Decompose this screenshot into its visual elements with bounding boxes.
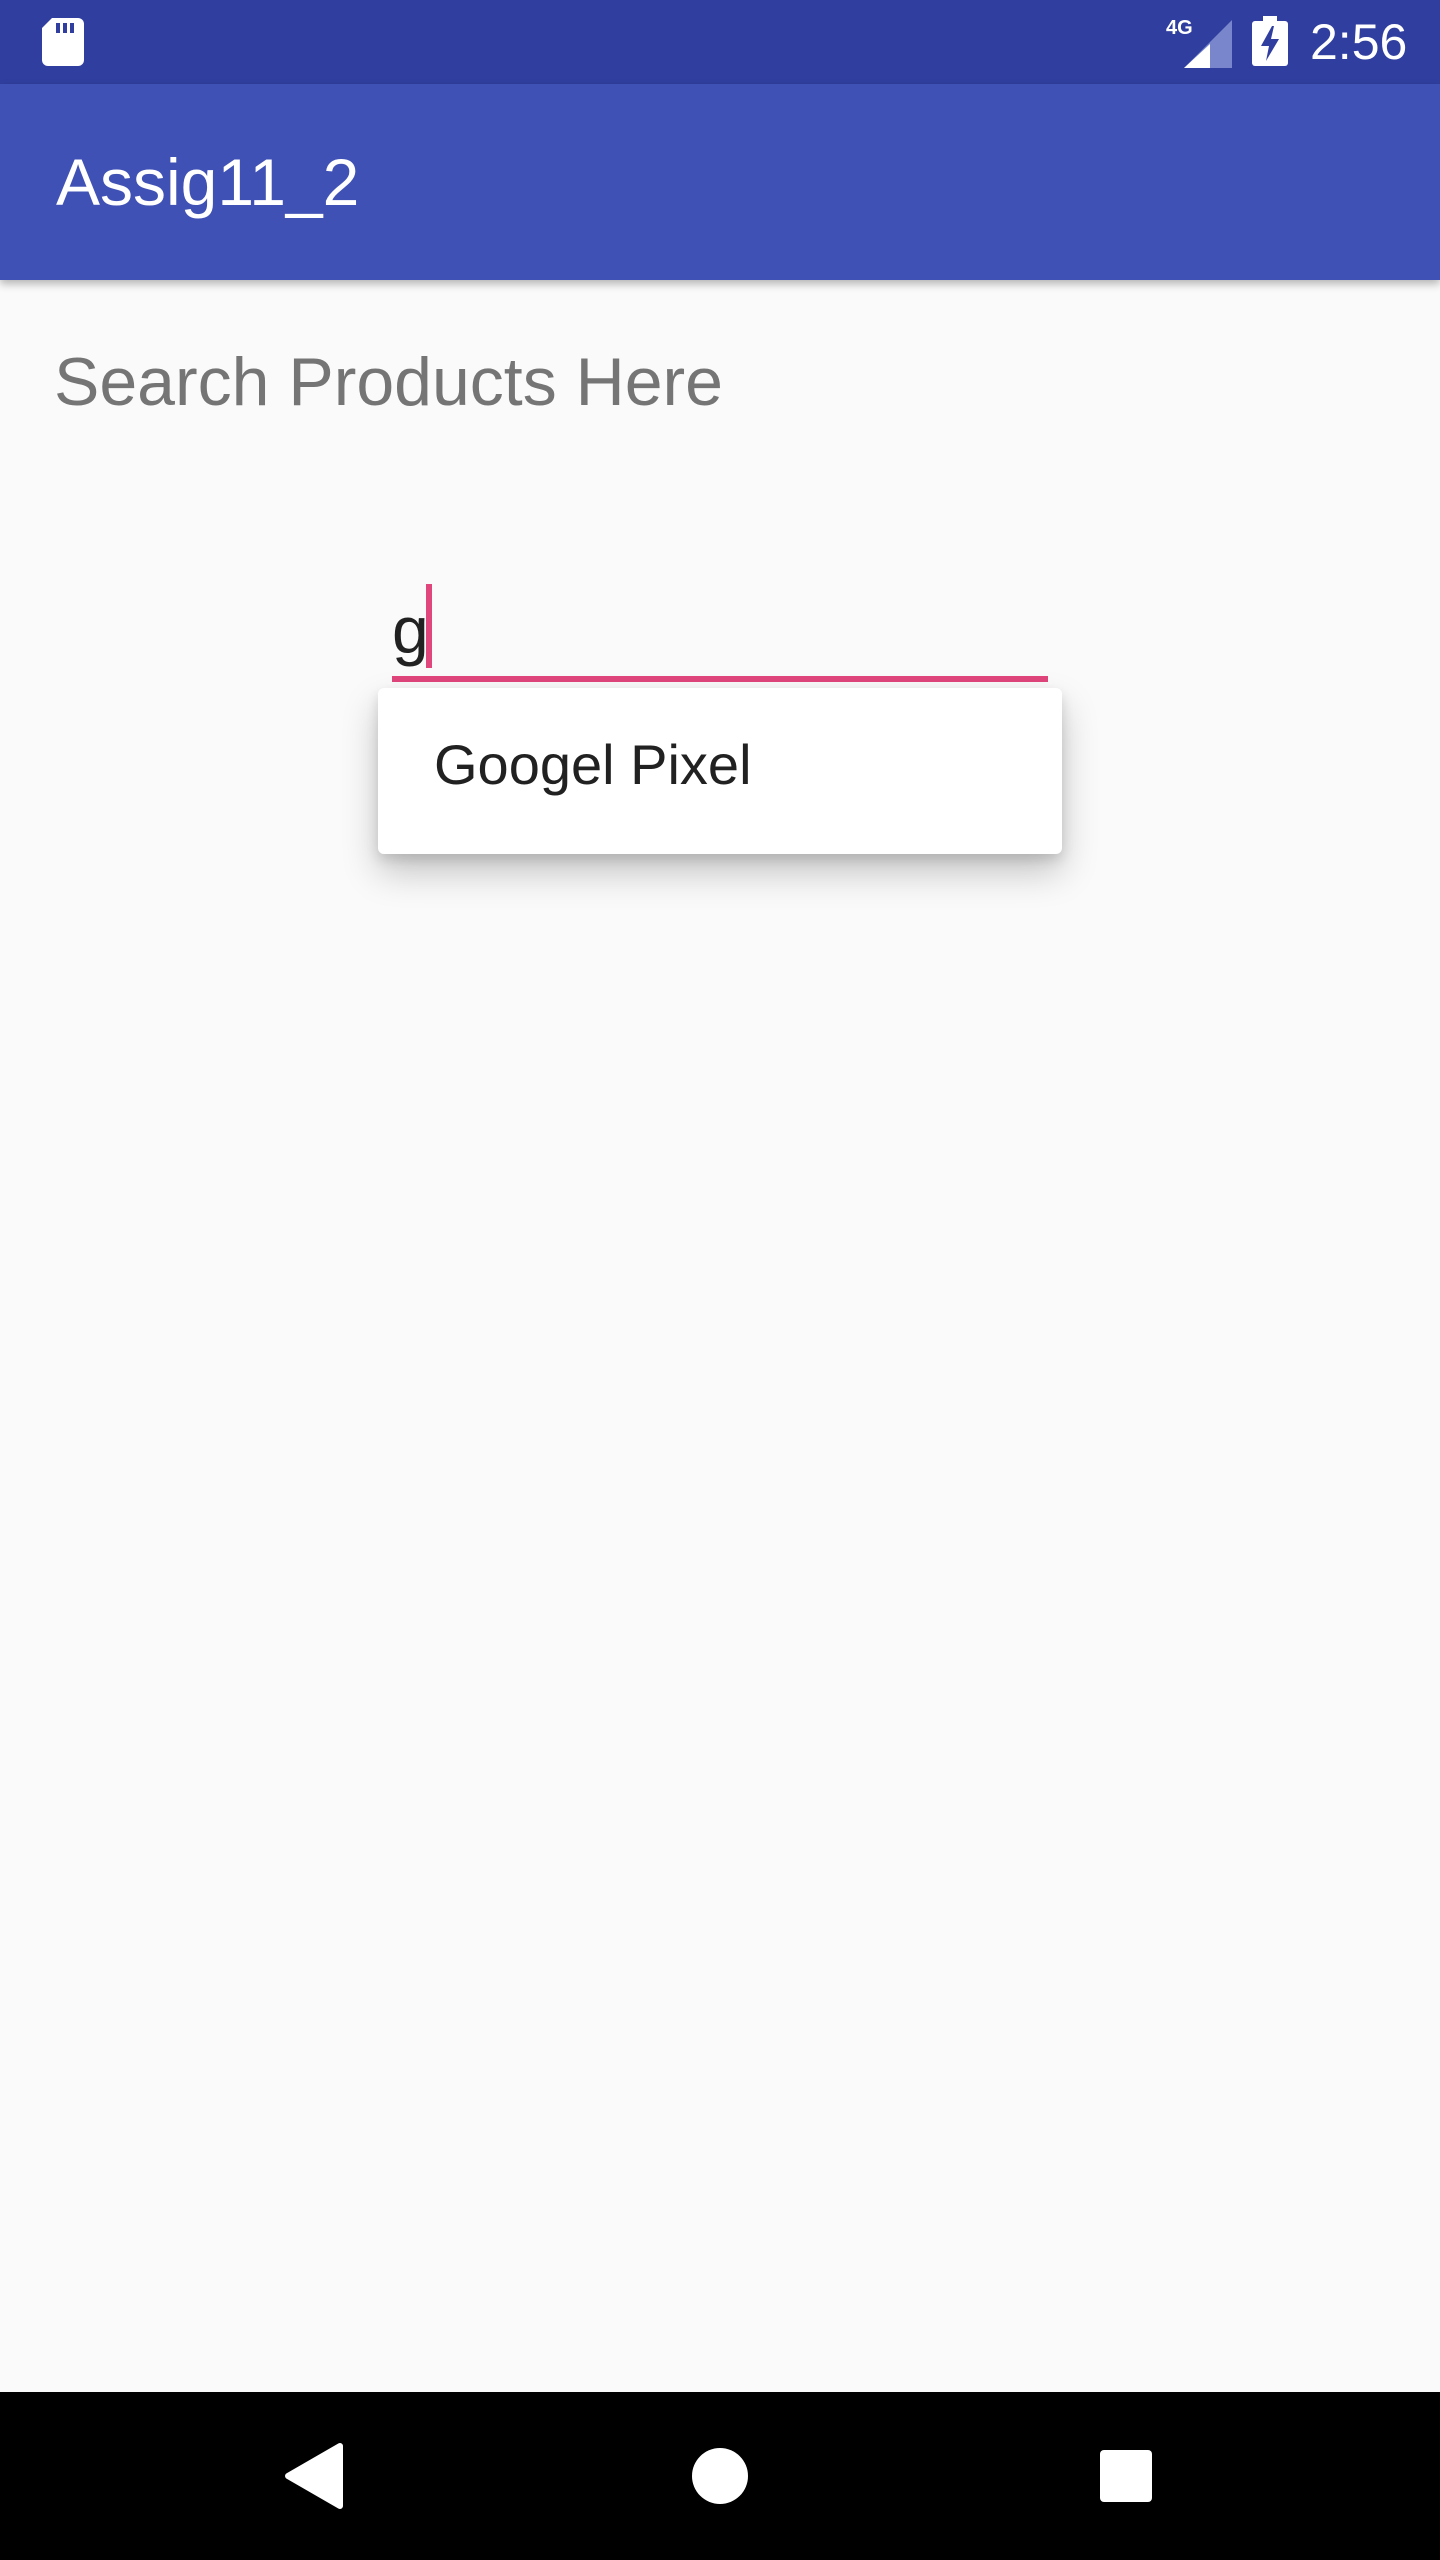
app-bar: Assig11_2 [0,84,1440,280]
search-heading: Search Products Here [54,344,723,420]
back-icon [285,2443,343,2509]
network-type-label: 4G [1166,17,1193,39]
search-input[interactable]: g [392,580,1048,684]
back-button[interactable] [236,2392,396,2560]
suggestion-item[interactable]: Googel Pixel [378,688,1062,854]
app-title: Assig11_2 [56,145,360,219]
status-bar: 4G 2:56 [0,0,1440,84]
suggestion-label: Googel Pixel [434,733,752,796]
text-cursor [426,584,432,668]
sd-card-icon [42,18,84,66]
recents-button[interactable] [1046,2392,1206,2560]
home-button[interactable] [640,2392,800,2560]
recents-icon [1100,2450,1152,2502]
autocomplete-dropdown: Googel Pixel [378,688,1062,854]
navigation-bar [0,2392,1440,2560]
search-input-value: g [392,593,429,667]
search-input-underline [392,676,1048,682]
status-bar-clock: 2:56 [1310,14,1408,70]
battery-charging-icon [1252,16,1288,66]
signal-4g-icon: 4G [1166,17,1232,68]
home-icon [692,2448,748,2504]
